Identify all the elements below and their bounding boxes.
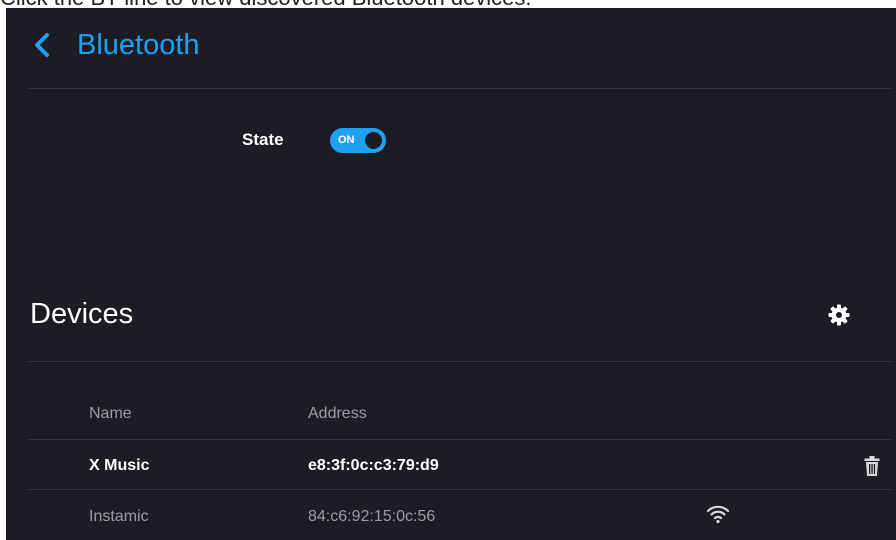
state-label: State — [242, 130, 284, 149]
column-header-name: Name — [89, 405, 132, 422]
toggle-knob — [365, 132, 382, 149]
device-address: 84:c6:92:15:0c:56 — [308, 508, 436, 525]
delete-device-button[interactable] — [862, 454, 882, 478]
back-button[interactable] — [30, 28, 54, 62]
column-header-address: Address — [308, 405, 367, 422]
device-name: Instamic — [89, 508, 149, 525]
devices-heading: Devices — [30, 298, 134, 330]
instruction-caption: Click the BT line to view discovered Blu… — [0, 0, 896, 8]
table-header-divider — [28, 439, 892, 440]
toggle-on-label: ON — [338, 134, 355, 146]
device-address: e8:3f:0c:c3:79:d9 — [308, 457, 439, 474]
devices-settings-button[interactable] — [824, 300, 854, 330]
device-name: X Music — [89, 457, 150, 474]
trash-icon — [864, 456, 880, 476]
wifi-signal-icon — [706, 505, 730, 524]
chevron-left-icon — [35, 33, 49, 57]
signal-status — [705, 503, 731, 525]
devices-divider — [28, 361, 892, 362]
state-toggle[interactable]: ON — [330, 128, 386, 153]
gear-icon — [828, 304, 850, 326]
header-divider — [28, 88, 892, 89]
row-divider — [28, 489, 892, 490]
bluetooth-panel: Bluetooth State ON Devices Name Address — [6, 8, 896, 540]
page-title: Bluetooth — [77, 29, 200, 61]
